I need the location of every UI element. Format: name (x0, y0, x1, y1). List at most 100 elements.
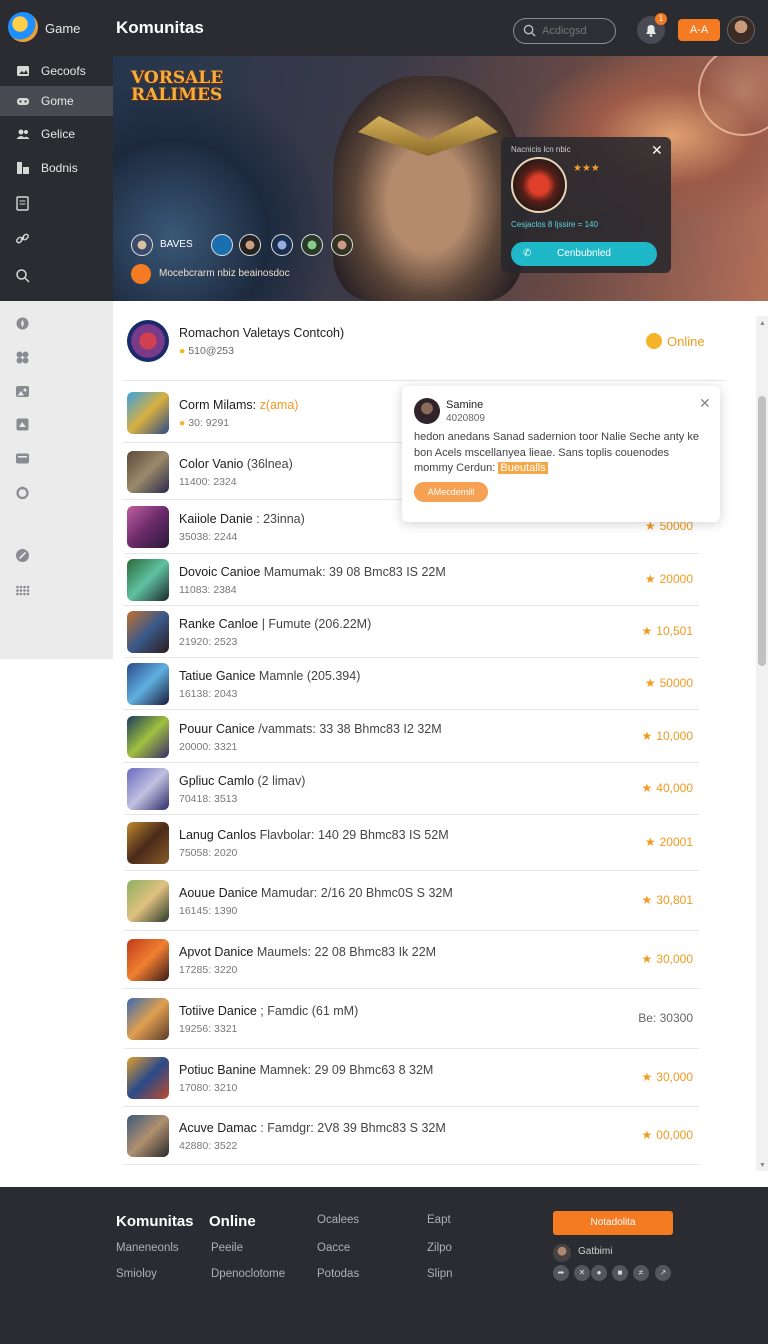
list-item[interactable]: Pouur Canice /vammats: 33 38 Bhmc83 I2 3… (124, 710, 699, 763)
search-icon (523, 24, 536, 37)
list-item[interactable]: Dovoic Canioe Mamumak: 39 08 Bmc83 IS 22… (124, 554, 699, 606)
row-score: ★ 30,801 (641, 893, 693, 907)
list-item[interactable]: Apvot Danice Maumels: 22 08 Bhmc83 Ik 22… (124, 931, 699, 989)
row-thumbnail (127, 392, 169, 434)
grid-icon[interactable] (15, 583, 30, 598)
star-icon: ★ (644, 835, 656, 849)
footer-link[interactable]: Oacce (317, 1242, 350, 1254)
search-icon[interactable] (15, 268, 30, 283)
puzzle-icon[interactable] (15, 350, 30, 365)
sidebar-item-gome[interactable]: Gome (0, 86, 113, 116)
row-thumbnail (127, 1057, 169, 1099)
tag-icon[interactable] (15, 417, 30, 432)
page-title: Komunitas (116, 18, 204, 37)
document-icon[interactable] (15, 196, 30, 211)
hero-banner[interactable]: VORSALE RALIMES BAVES Mocebcrarm nbiz be… (113, 56, 768, 301)
rocket-icon[interactable] (15, 548, 30, 563)
scrollbar-thumb[interactable] (758, 396, 766, 666)
footer: Komunitas Online Maneneonls Smioloy Peei… (0, 1187, 768, 1344)
coin-icon: ● (179, 345, 186, 357)
link-icon[interactable] (15, 231, 30, 246)
row-thumbnail (127, 320, 169, 362)
footer-link[interactable]: Peeile (211, 1242, 243, 1254)
player-avatar[interactable] (131, 234, 153, 256)
square-icon[interactable]: ■ (612, 1265, 628, 1281)
footer-link[interactable]: Zilpo (427, 1242, 452, 1254)
list-item[interactable]: Totiive Danice ; Famdic (61 mM) 19256: 33… (124, 989, 699, 1049)
row-title: Dovoic Canioe Mamumak: 39 08 Bmc83 IS 22… (179, 565, 446, 579)
popup-highlight[interactable]: Bueutalls (498, 462, 548, 474)
hero-card-button[interactable]: ✆ Cenbubnled (511, 242, 657, 266)
image-icon[interactable] (15, 384, 30, 399)
row-score: ★ 40,000 (641, 781, 693, 795)
star-icon: ★ (641, 1070, 653, 1084)
scroll-down-icon[interactable]: ▼ (759, 1162, 766, 1169)
search-box[interactable] (513, 18, 616, 44)
row-subtitle: 75058: 2020 (179, 847, 238, 859)
coin-icon: ● (179, 417, 189, 429)
list-item[interactable]: Gpliuc Camlo (2 limav) 70418: 3513 ★ 40,000 (124, 763, 699, 815)
popup-action-button[interactable]: AMecdemill (414, 482, 488, 502)
footer-link[interactable]: Ocalees (317, 1214, 359, 1226)
star-icon: ★ (641, 624, 653, 638)
search-input[interactable] (542, 23, 610, 39)
footer-link[interactable]: Dpenoclotome (211, 1268, 285, 1280)
scroll-up-icon[interactable]: ▲ (759, 320, 766, 327)
player-avatar[interactable] (331, 234, 353, 256)
close-icon[interactable]: ✕ (699, 395, 711, 412)
footer-link[interactable]: Maneneonls (116, 1242, 179, 1254)
header-action-button[interactable]: A-A (678, 19, 720, 41)
share-icon[interactable]: ➦ (553, 1265, 569, 1281)
rss-icon[interactable]: ↗ (655, 1265, 671, 1281)
sidebar-item-gelice[interactable]: Gelice (0, 119, 113, 149)
user-avatar[interactable] (727, 16, 755, 44)
compass-icon[interactable] (15, 316, 30, 331)
player-avatar[interactable] (271, 234, 293, 256)
popup-message: hedon anedans Sanad sadernion toor Nalie… (414, 431, 699, 474)
close-icon[interactable]: ✕ (574, 1265, 590, 1281)
user-avatar[interactable] (553, 1244, 571, 1262)
list-item[interactable]: Acuve Damac : Famdgr: 2V8 39 Bhmc83 S 32… (124, 1107, 699, 1165)
list-item[interactable]: Lanug Canlos Flavbolar: 140 29 Bhmc83 IS… (124, 815, 699, 871)
scrollbar[interactable]: ▲ ▼ (756, 316, 768, 1171)
star-icon: ★ (641, 781, 653, 795)
list-item[interactable]: Ranke Canloe | Fumute (206.22M) 21920: 25… (124, 606, 699, 658)
list-item[interactable]: Aouue Danice Mamudar: 2/16 20 Bhmc0S S 3… (124, 871, 699, 931)
footer-link[interactable]: Potodas (317, 1268, 359, 1280)
footer-link[interactable]: Eapt (427, 1214, 451, 1226)
row-thumbnail (127, 506, 169, 548)
popup-user-id: 4020809 (446, 413, 485, 424)
notification-button[interactable]: 1 (637, 13, 667, 44)
sidebar-item-label: Gome (41, 94, 74, 108)
app-logo[interactable] (8, 12, 38, 42)
chart-icon (17, 162, 29, 174)
row-score: ★ 20001 (644, 835, 693, 849)
gallery-icon (17, 66, 29, 76)
close-icon[interactable]: ✕ (651, 142, 663, 159)
list-item[interactable]: Tatiue Ganice Mamnle (205.394) 16138: 204… (124, 658, 699, 710)
gamepad-icon (17, 98, 29, 105)
star-icon: ★ (644, 676, 656, 690)
refresh-icon[interactable] (15, 485, 30, 500)
sidebar-item-bodnis[interactable]: Bodnis (0, 153, 113, 183)
card-icon[interactable] (15, 451, 30, 466)
player-avatar[interactable] (239, 234, 261, 256)
row-thumbnail (127, 822, 169, 864)
notification-badge: 1 (655, 13, 667, 25)
player-avatar[interactable] (301, 234, 323, 256)
featured-row[interactable]: Romachon Valetays Contcoh) ● 510@253 Onl… (124, 319, 724, 381)
list-item[interactable]: Potiuc Banine Mamnek: 29 09 Bhmc63 8 32M… (124, 1049, 699, 1107)
sidebar-item-gecoofs[interactable]: Gecoofs (0, 56, 113, 86)
flame-icon (131, 264, 151, 284)
hero-card-stat: Cesjaclos 8 Ijssire = 140 (511, 220, 598, 229)
tag-icon[interactable]: ≠ (633, 1265, 649, 1281)
player-avatar[interactable] (211, 234, 233, 256)
sidebar: Gecoofs Gome Gelice Bodnis (0, 56, 113, 301)
sidebar-lower (0, 301, 113, 659)
chat-icon[interactable]: ● (591, 1265, 607, 1281)
footer-link[interactable]: Smioloy (116, 1268, 157, 1280)
user-avatar[interactable] (414, 398, 440, 424)
footer-cta-button[interactable]: Notadolita (553, 1211, 673, 1235)
footer-link[interactable]: Slipn (427, 1268, 453, 1280)
row-title: Apvot Danice Maumels: 22 08 Bhmc83 Ik 22… (179, 945, 437, 959)
